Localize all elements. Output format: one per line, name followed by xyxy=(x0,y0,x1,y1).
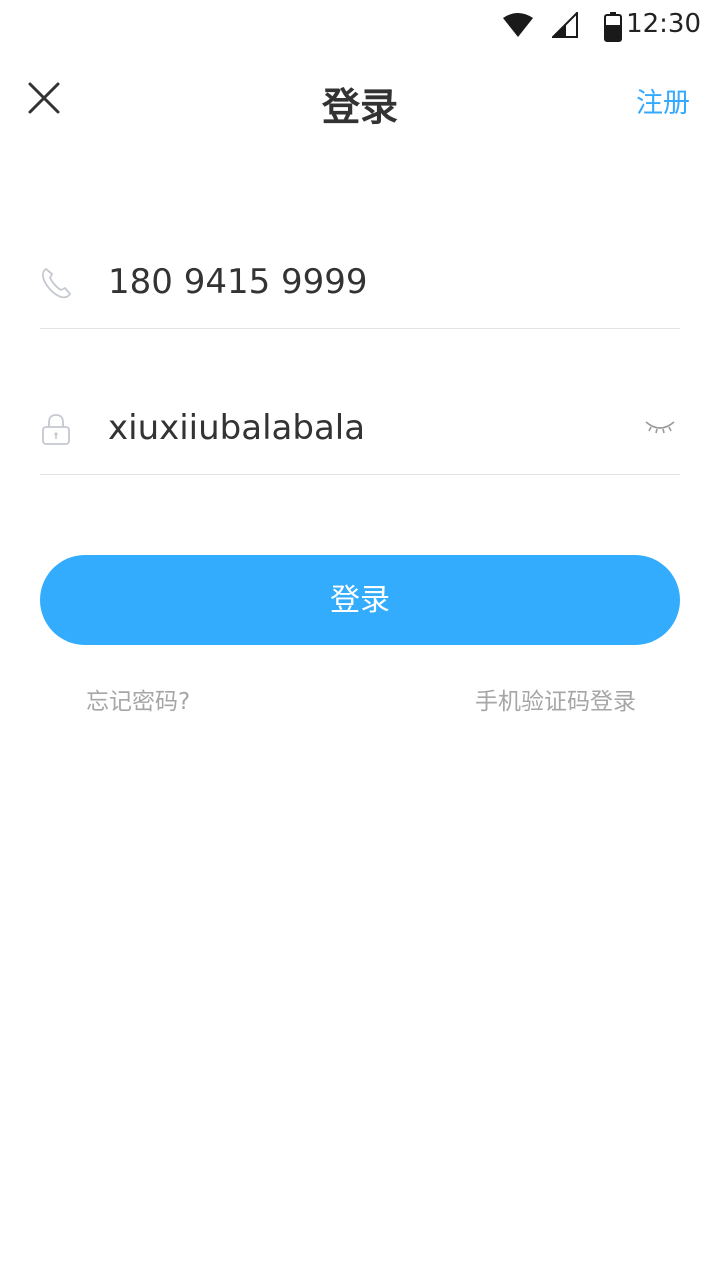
phone-field xyxy=(40,238,680,329)
password-field xyxy=(40,384,680,475)
forgot-password-link[interactable]: 忘记密码? xyxy=(86,682,190,716)
lock-icon xyxy=(42,414,70,445)
password-input[interactable] xyxy=(108,402,608,454)
login-button[interactable]: 登录 xyxy=(40,555,680,645)
phone-input[interactable] xyxy=(108,256,608,308)
page-title: 登录 xyxy=(321,85,398,129)
battery-icon xyxy=(604,12,622,42)
signal-icon xyxy=(552,12,578,38)
sms-login-link[interactable]: 手机验证码登录 xyxy=(475,682,636,716)
nav-bar: 登录 注册 xyxy=(0,50,720,146)
phone-icon xyxy=(42,268,71,299)
eye-closed-icon[interactable] xyxy=(644,416,676,436)
status-bar: 12:30 xyxy=(0,0,720,50)
wifi-icon xyxy=(503,13,533,37)
status-time: 12:30 xyxy=(626,9,701,39)
register-link[interactable]: 注册 xyxy=(636,81,690,120)
